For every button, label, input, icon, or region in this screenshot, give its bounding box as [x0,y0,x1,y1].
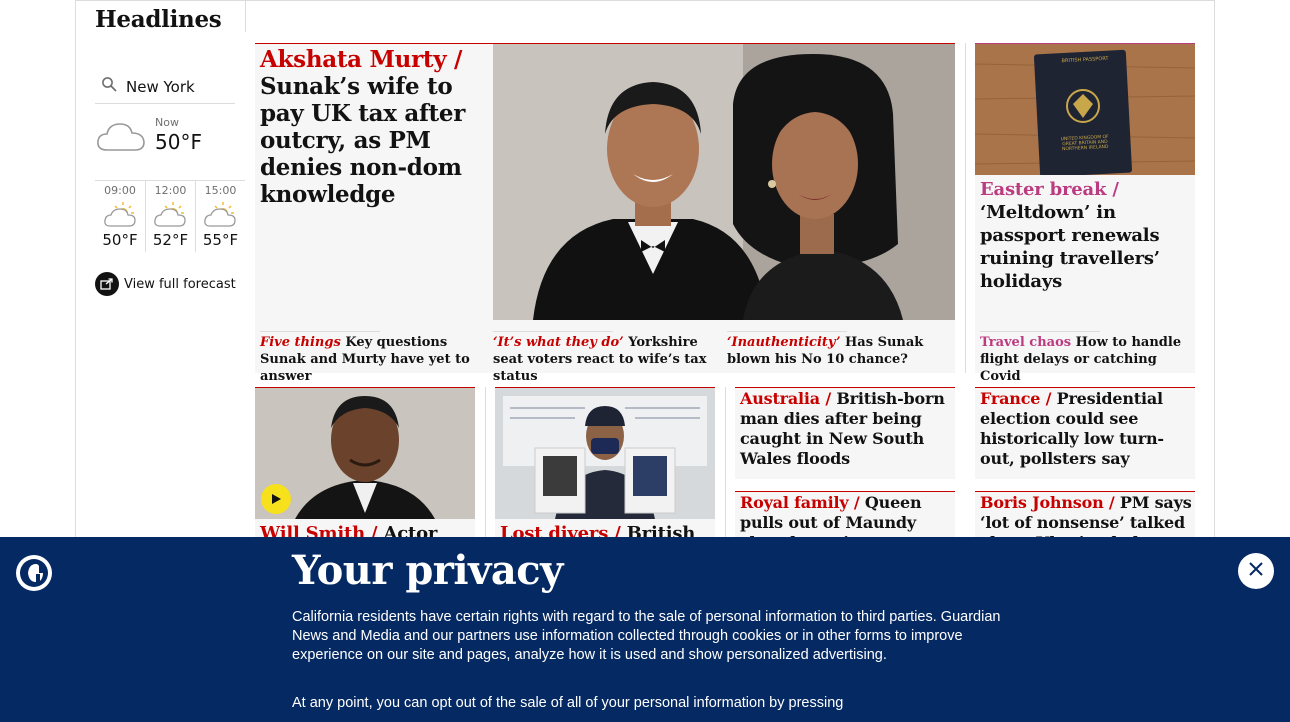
passport-country-text: UNITED KINGDOM OF GREAT BRITAIN AND NORT… [1060,134,1109,153]
view-forecast-link[interactable]: View full forecast [95,272,236,296]
weather-hour-time: 15:00 [204,184,237,197]
play-icon[interactable] [261,484,291,514]
close-button[interactable] [1238,553,1274,589]
will-smith-image[interactable] [255,388,475,519]
main-story-image[interactable] [493,44,955,320]
australia-headline[interactable]: Australia / British-born man dies after … [740,389,952,469]
weather-now-temp: 50°F [155,130,202,154]
column-divider [485,387,486,537]
sub-kicker: ‘It’s what they do’ [493,335,624,350]
weather-location-field[interactable]: New York [95,70,235,104]
sub-kicker: ‘Inauthenticity’ [727,335,841,350]
passport-image[interactable]: BRITISH PASSPORT UNITED KINGDOM OF GREAT… [975,44,1195,175]
main-story-sub-1[interactable]: Five things Key questions Sunak and Murt… [260,331,480,385]
passport-sub[interactable]: Travel chaos How to handle flight delays… [980,331,1190,385]
sun-cloud-icon [146,197,195,231]
main-story-headline: Akshata Murty / Sunak’s wife to pay UK t… [260,46,485,208]
main-story-sub-2[interactable]: ‘It’s what they do’ Yorkshire seat voter… [493,331,713,385]
passport-kicker: Easter break / [980,179,1119,200]
weather-hour-temp: 50°F [102,231,138,249]
search-icon [101,76,118,97]
royal-family-kicker: Royal family / [740,493,860,512]
privacy-title: Your privacy [292,547,563,594]
close-icon [1248,561,1264,581]
weather-now: Now 50°F [95,114,235,176]
france-kicker: France / [980,389,1052,408]
section-title: Headlines [95,6,222,33]
privacy-paragraph-1: California residents have certain rights… [292,609,1001,663]
australia-kicker: Australia / [740,389,831,408]
weather-hourly: 09:00 50°F 12:00 52°F 15:00 55°F [95,180,245,252]
sub-kicker: Five things [260,335,341,350]
header-divider [245,0,246,32]
will-smith-card[interactable]: Will Smith / Actor [255,387,475,544]
main-story-card[interactable]: Akshata Murty / Sunak’s wife to pay UK t… [255,43,955,384]
cloud-icon [95,118,147,158]
column-divider [725,387,726,537]
weather-location: New York [126,77,195,96]
weather-hour-temp: 52°F [152,231,189,249]
sun-cloud-icon [196,197,245,231]
weather-hour: 12:00 52°F [144,181,195,252]
guardian-logo-icon [16,555,52,591]
passport-story-card[interactable]: BRITISH PASSPORT UNITED KINGDOM OF GREAT… [975,43,1195,384]
boris-johnson-kicker: Boris Johnson / [980,493,1115,512]
passport-headline: Easter break / ‘Meltdown’ in passport re… [980,178,1190,293]
privacy-banner: Your privacy California residents have c… [0,537,1290,722]
passport-title[interactable]: ‘Meltdown’ in passport renewals ruining … [980,201,1190,293]
main-story-kicker: Akshata Murty / [260,46,463,73]
main-story-sub-3[interactable]: ‘Inauthenticity’ Has Sunak blown his No … [727,331,952,368]
lost-divers-card[interactable]: Lost divers / British [495,387,715,544]
sub-kicker: Travel chaos [980,335,1072,350]
external-link-icon [95,272,119,296]
weather-hour-time: 12:00 [154,184,187,197]
france-headline[interactable]: France / Presidential election could see… [980,389,1192,469]
sun-cloud-icon [95,197,145,231]
lost-divers-image[interactable] [495,388,715,519]
weather-hour: 09:00 50°F [95,181,145,252]
weather-hour-time: 09:00 [104,184,136,197]
weather-now-label: Now [155,116,179,129]
main-story-title[interactable]: Sunak’s wife to pay UK tax after outcry,… [260,73,485,208]
weather-hour-temp: 55°F [202,231,239,249]
weather-hour: 15:00 55°F [194,181,245,252]
column-divider [965,43,966,373]
privacy-paragraph-2: At any point, you can opt out of the sal… [292,695,844,711]
france-card[interactable]: France / Presidential election could see… [975,387,1195,479]
view-forecast-label: View full forecast [124,276,236,292]
australia-card[interactable]: Australia / British-born man dies after … [735,387,955,479]
